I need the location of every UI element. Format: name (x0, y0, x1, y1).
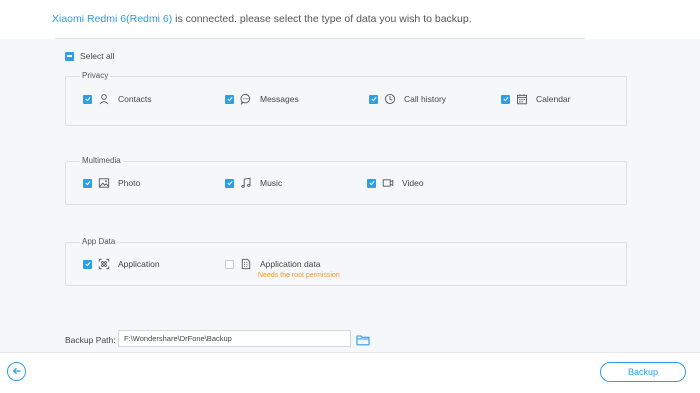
contacts-option[interactable]: Contacts (83, 93, 152, 105)
contacts-label: Contacts (118, 94, 152, 104)
app-data-file-icon (240, 258, 252, 270)
video-label: Video (402, 178, 424, 188)
message-bubble-icon (240, 93, 252, 105)
music-note-icon (240, 177, 252, 189)
application-data-label: Application data (260, 259, 321, 269)
image-icon (98, 177, 110, 189)
privacy-group-title: Privacy (80, 71, 111, 80)
call-history-label: Call history (404, 94, 447, 104)
video-camera-icon (382, 177, 394, 189)
backup-path-field[interactable]: F:\Wondershare\DrFone\Backup (118, 330, 351, 347)
footer-bar (0, 352, 700, 393)
messages-label: Messages (260, 94, 299, 104)
connection-text: is connected. please select the type of … (172, 13, 472, 25)
application-data-option[interactable]: Application data (225, 258, 321, 270)
calendar-label: Calendar (536, 94, 571, 104)
contacts-checkbox[interactable] (83, 94, 92, 104)
photo-label: Photo (118, 178, 141, 188)
photo-option[interactable]: Photo (83, 177, 140, 189)
device-name: Xiaomi Redmi 6(Redmi 6) (52, 13, 173, 25)
root-permission-note: Needs the root permission (258, 272, 340, 279)
app-data-group-title: App Data (80, 237, 118, 246)
backup-path-label: Backup Path: (65, 335, 116, 345)
multimedia-group (65, 161, 627, 205)
connection-message: Xiaomi Redmi 6(Redmi 6) is connected. pl… (52, 13, 472, 25)
backup-button[interactable]: Backup (600, 362, 686, 382)
music-label: Music (260, 178, 283, 188)
application-checkbox[interactable] (83, 259, 92, 269)
select-all-checkbox[interactable]: Select all (65, 51, 115, 61)
call-history-checkbox[interactable] (369, 94, 378, 104)
folder-icon[interactable] (356, 333, 370, 346)
call-history-option[interactable]: Call history (369, 93, 446, 105)
top-bar: Xiaomi Redmi 6(Redmi 6) is connected. pl… (0, 0, 700, 38)
music-checkbox[interactable] (225, 178, 234, 188)
calendar-icon (516, 93, 528, 105)
calendar-checkbox[interactable] (501, 94, 510, 104)
back-button[interactable] (7, 362, 26, 381)
clock-icon (384, 93, 396, 105)
application-scan-icon (98, 258, 110, 270)
multimedia-group-title: Multimedia (80, 156, 123, 165)
person-icon (98, 93, 110, 105)
calendar-option[interactable]: Calendar (501, 93, 571, 105)
application-label: Application (118, 259, 160, 269)
photo-checkbox[interactable] (83, 178, 92, 188)
select-all-box[interactable] (65, 51, 74, 61)
application-data-checkbox[interactable] (225, 259, 234, 269)
video-checkbox[interactable] (367, 178, 376, 188)
messages-checkbox[interactable] (225, 94, 234, 104)
messages-option[interactable]: Messages (225, 93, 299, 105)
arrow-left-icon (12, 363, 22, 381)
music-option[interactable]: Music (225, 177, 282, 189)
application-option[interactable]: Application (83, 258, 160, 270)
video-option[interactable]: Video (367, 177, 424, 189)
select-all-label: Select all (80, 51, 115, 61)
